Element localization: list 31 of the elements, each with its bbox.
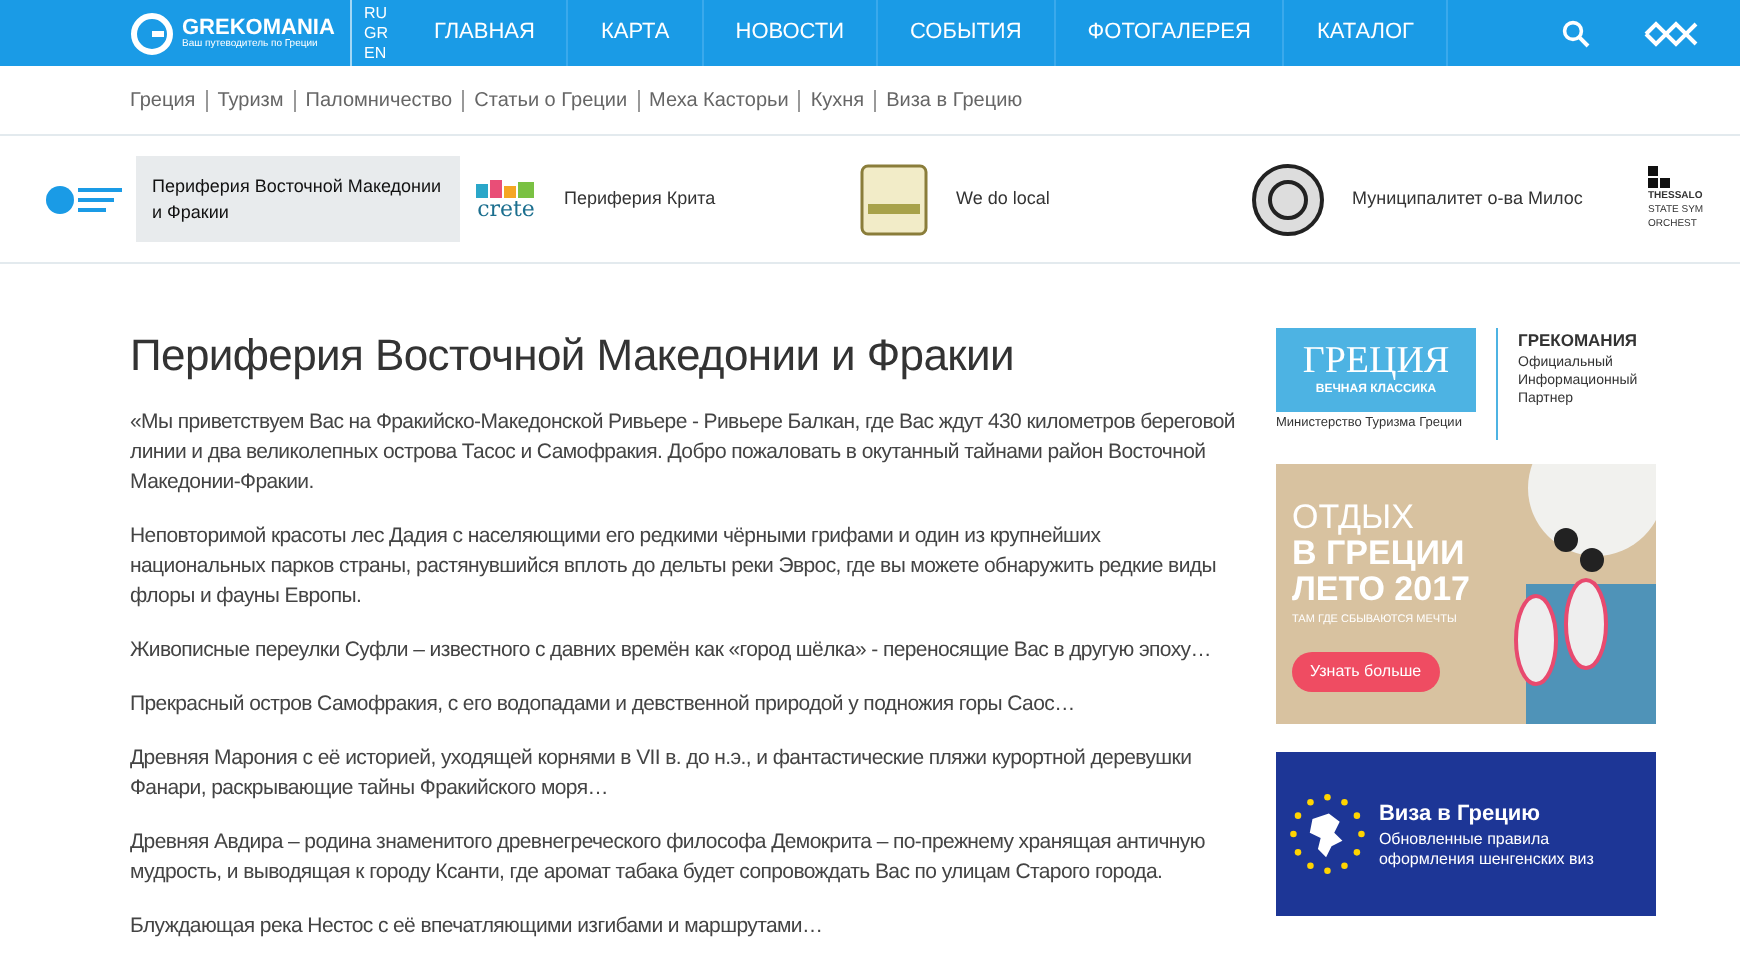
subnav-link[interactable]: Греция [130, 89, 196, 111]
nav-link[interactable]: СОБЫТИЯ [877, 0, 1056, 66]
page-title: Периферия Восточной Македонии и Фракии [130, 328, 1016, 384]
nav-link[interactable]: ГЛАВНАЯ [402, 0, 569, 66]
partner-link[interactable]: Периферия Восточной Македонии и Фракии [136, 156, 460, 242]
article-paragraph: Прекрасный остров Самофракия, с его водопадами и девственной природой у подножия горы Саос… [130, 690, 1077, 720]
subnav-link[interactable]: Туризм [205, 89, 284, 111]
subnav-link[interactable]: Статьи о Греции [462, 89, 628, 111]
article-paragraph: Древняя Авдира – родина знаменитого древнегреческого философа Демокрита – по-прежнему хранящая античную мудрость, и выводящая к городу Ксанти, где аромат табака будет сопровождать Вас по улицам Старого города. [130, 828, 1207, 888]
subnav-link[interactable]: Виза в Грецию [874, 89, 1023, 111]
badge-logo [860, 163, 928, 235]
coin-logo [1252, 163, 1324, 235]
visa-banner[interactable]: Виза в Грецию Обновленные правила оформления шенгенских виз [1276, 752, 1656, 916]
nav-link[interactable]: НОВОСТИ [703, 0, 878, 66]
subnav-link[interactable]: Кухня [798, 89, 865, 111]
article-paragraph: Живописные переулки Суфли – известного с давних времён как «город шёлка» - переносящие Вас в другую эпоху… [130, 636, 1213, 666]
nav-link[interactable]: КАРТА [568, 0, 704, 66]
nav-link[interactable]: ФОТОГАЛЕРЕЯ [1055, 0, 1285, 66]
article-paragraph: «Мы приветствуем Вас на Фракийско-Македонской Ривьере - Ривьере Балкан, где Вас ждут 430 километров береговой линии и два великолепных острова Тасос и Самофракия. Добро пожаловать в окутанный тайнами район Восточной Македонии-Фракии. [130, 408, 1237, 498]
learn-more-button[interactable]: Узнать больше [1292, 652, 1440, 693]
article-paragraph: Древняя Марония с её историей, уходящей корнями в VII в. до н.э., и фантастические пляжи курортной деревушки Фанари, раскрывающие тайны Фракийского моря… [130, 744, 1194, 804]
language-link[interactable]: GR [364, 23, 402, 43]
subnav-link[interactable]: Меха Касторьи [637, 89, 789, 111]
article-paragraph: Блуждающая река Нестос с её впечатляющими изгибами и маршрутами… [130, 912, 825, 942]
article-paragraph: Неповторимой красоты лес Дадия с населяющими его редкими чёрными грифами и один из крупнейших национальных парков страны, растянувшийся вплоть до дельты реки Эврос, где вы можете обнаружить редкие виды флоры и фауны Европы. [130, 522, 1218, 612]
crete-logo: crete [476, 178, 536, 220]
nav-link[interactable]: КАТАЛОГ [1284, 0, 1449, 66]
language-link[interactable]: EN [364, 43, 402, 63]
search-icon[interactable] [1562, 19, 1590, 47]
language-link[interactable]: RU [364, 3, 402, 23]
subnav-link[interactable]: Паломничество [293, 89, 453, 111]
